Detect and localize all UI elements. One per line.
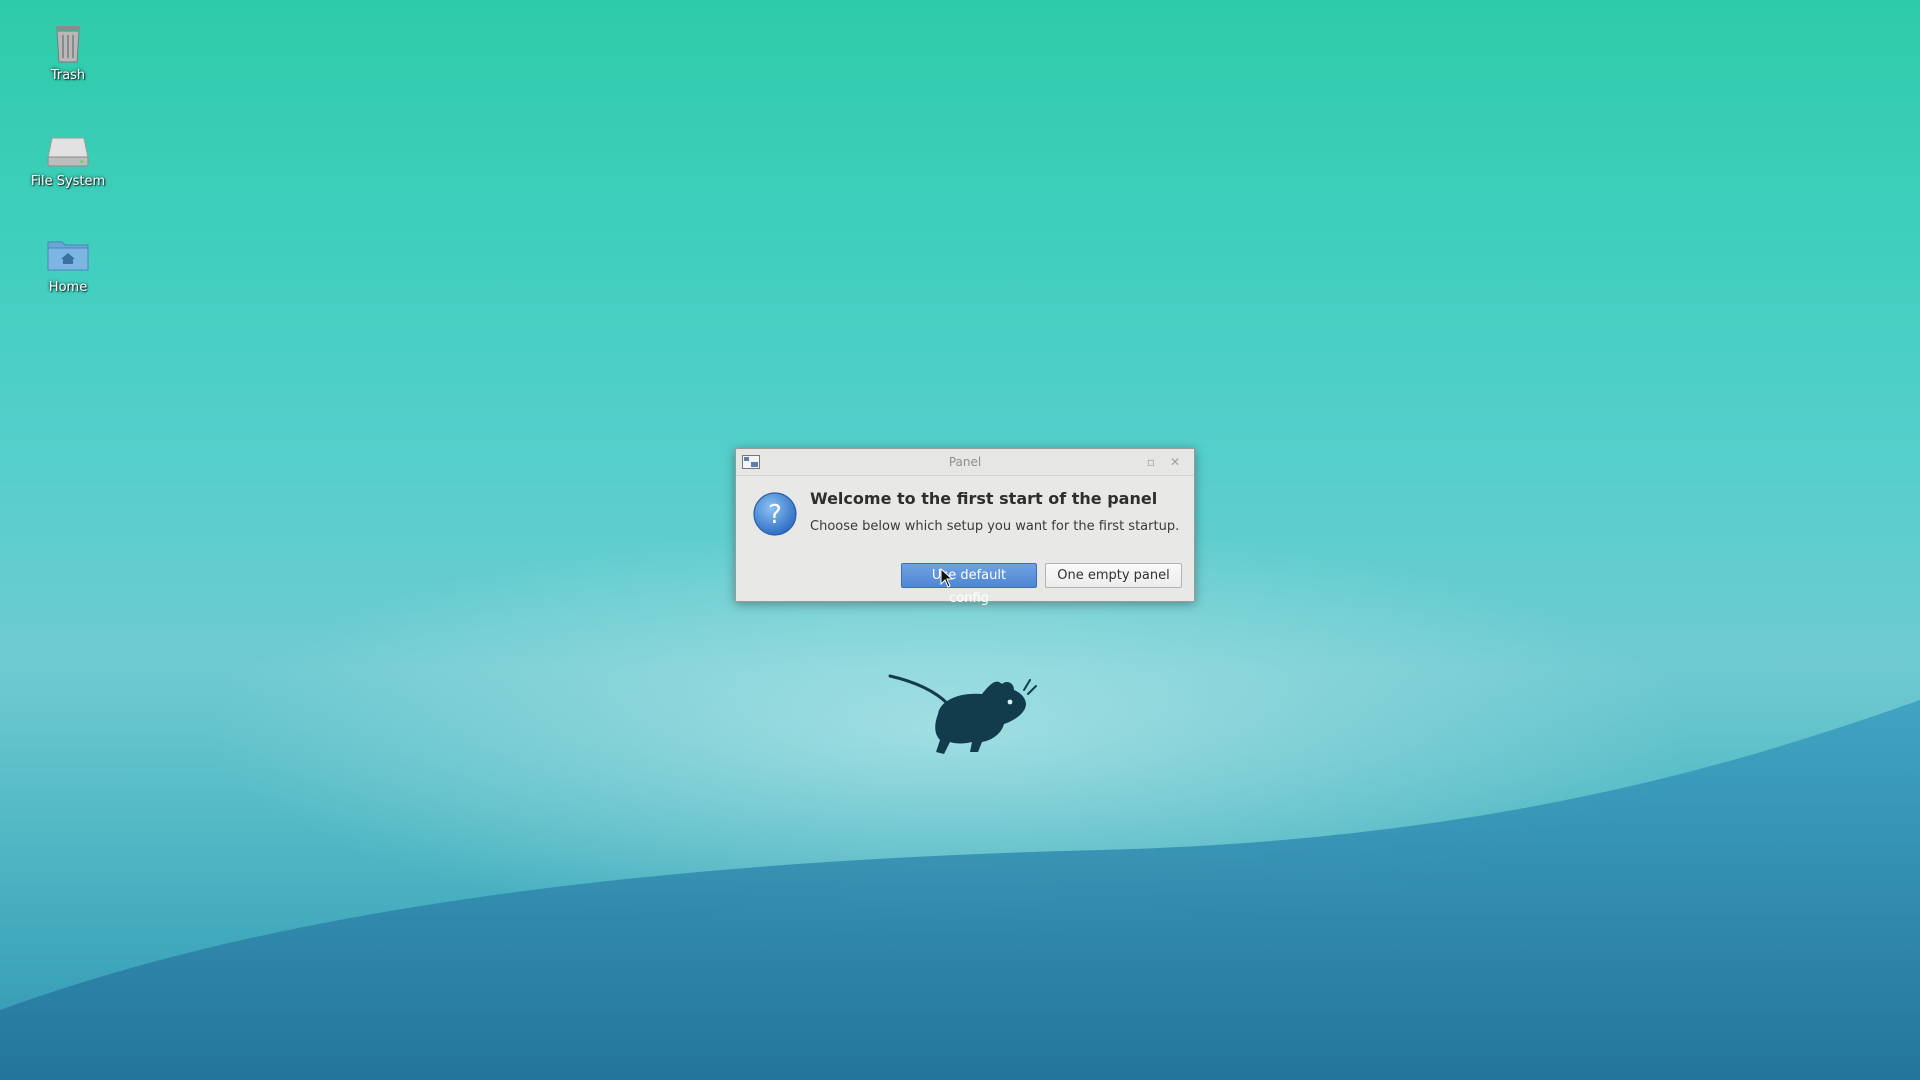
desktop: Trash File System Home Panel ▫ ✕ ? Welco… bbox=[0, 0, 1920, 1080]
dialog-title: Panel bbox=[948, 455, 982, 469]
mouse-pointer-icon bbox=[940, 568, 954, 588]
xfce-mouse-logo bbox=[888, 674, 1037, 754]
desktop-icon-home[interactable]: Home bbox=[22, 230, 114, 295]
desktop-icon-label: Trash bbox=[50, 68, 86, 83]
desktop-icon-trash[interactable]: Trash bbox=[22, 18, 114, 83]
one-empty-panel-button[interactable]: One empty panel bbox=[1045, 563, 1182, 588]
question-icon: ? bbox=[753, 492, 797, 536]
use-default-config-button[interactable]: Use default config bbox=[901, 563, 1037, 606]
panel-welcome-dialog: Panel ▫ ✕ ? Welcome to the first start o… bbox=[735, 448, 1195, 606]
dialog-message: Choose below which setup you want for th… bbox=[810, 519, 1180, 534]
maximize-icon[interactable]: ▫ bbox=[1142, 453, 1160, 471]
desktop-icon-label: File System bbox=[30, 174, 106, 189]
dialog-heading: Welcome to the first start of the panel bbox=[810, 489, 1158, 508]
drive-icon bbox=[47, 137, 89, 167]
close-icon[interactable]: ✕ bbox=[1166, 453, 1184, 471]
desktop-icon-file-system[interactable]: File System bbox=[22, 124, 114, 189]
home-folder-icon bbox=[47, 241, 89, 271]
desktop-icon-label: Home bbox=[48, 280, 88, 295]
trash-icon bbox=[56, 26, 80, 63]
dialog-titlebar[interactable]: Panel ▫ ✕ bbox=[736, 449, 1194, 476]
svg-text:?: ? bbox=[768, 500, 782, 530]
